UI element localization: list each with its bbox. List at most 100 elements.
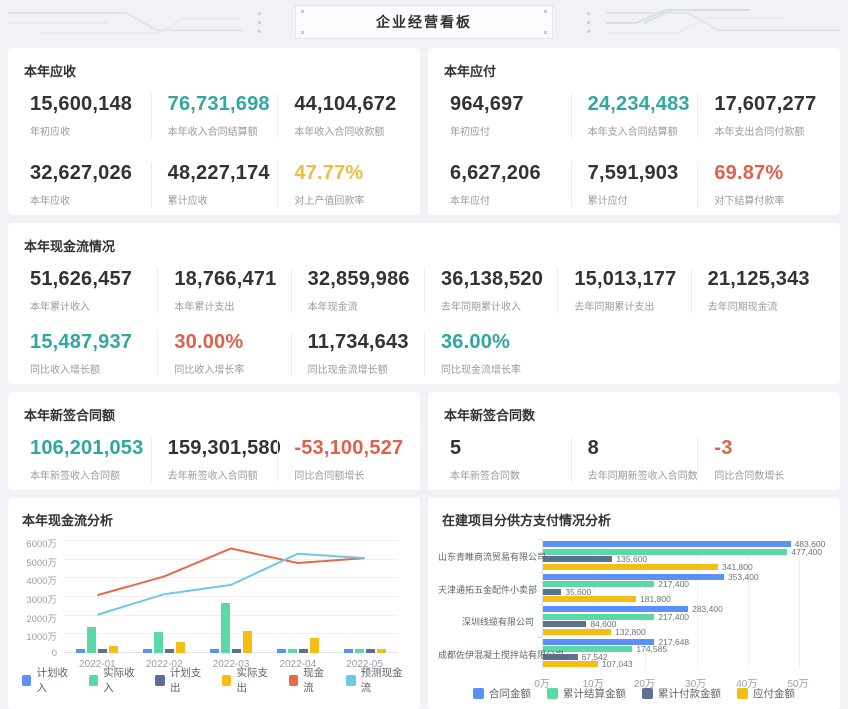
stat-receivable-4: 48,227,174 累计应收 [151, 162, 278, 207]
stat-value: 11,734,643 [308, 331, 424, 354]
legend-item-实际支出[interactable]: 实际支出 [222, 665, 273, 695]
legend-swatch [89, 675, 98, 686]
plot-area: 483,600477,400135,600341,800353,400217,4… [542, 539, 798, 669]
stat-label: 本年收入合同收款额 [294, 123, 404, 138]
card-supplier-payment-chart: 在建项目分供方支付情况分析 483,600477,400135,600341,8… [428, 498, 840, 709]
stats-grid: 51,626,457本年累计收入18,766,471本年累计支出32,859,9… [24, 268, 824, 376]
bar-value-label: 107,043 [602, 661, 633, 667]
stat-label: 对上产值回款率 [294, 192, 404, 207]
stat-value: 24,234,483 [588, 93, 698, 116]
stat-label: 累计应收 [168, 192, 278, 207]
stat-cashflow-1: 18,766,471 本年累计支出 [157, 268, 290, 313]
category-label: 山东青睢商流贸易有限公司 [438, 550, 534, 563]
legend-item-现金流[interactable]: 现金流 [289, 665, 331, 695]
legend-item-预测现金流[interactable]: 预测现金流 [346, 665, 406, 695]
bar-value-label: 35,600 [565, 589, 591, 595]
legend-label: 计划支出 [170, 665, 206, 695]
bar-value-label: 132,800 [615, 629, 646, 635]
corner-dot [544, 31, 547, 34]
stat-contract-count-0: 5本年新签合同数 [444, 437, 571, 482]
legend-label: 预测现金流 [361, 665, 406, 695]
legend-label: 计划收入 [36, 665, 72, 695]
legend-item-合同金额[interactable]: 合同金额 [473, 686, 531, 701]
stat-value: 47.77% [294, 162, 404, 185]
bar-累计付款金额 [543, 556, 612, 562]
stat-value: 7,591,903 [588, 162, 698, 185]
chart-title: 在建项目分供方支付情况分析 [442, 510, 826, 529]
stat-cashflow-2: 32,859,986本年现金流 [291, 268, 424, 313]
kpi-row-1: 本年应收 15,600,148年初应收76,731,698本年收入合同结算额44… [8, 48, 840, 215]
bar-应付金额 [543, 661, 598, 667]
bar-合同金额 [543, 574, 724, 580]
legend-swatch [346, 675, 356, 686]
legend-item-累计结算金额[interactable]: 累计结算金额 [547, 686, 626, 701]
bar-value-label: 283,400 [692, 606, 723, 612]
legend-item-计划收入[interactable]: 计划收入 [22, 665, 73, 695]
y-axis-label: 4000万 [22, 573, 57, 587]
bar-应付金额 [543, 629, 611, 635]
stat-cashflow-5: 21,125,343去年同期现金流 [691, 268, 824, 313]
legend-label: 实际收入 [103, 665, 139, 695]
legend-item-实际收入[interactable]: 实际收入 [89, 665, 140, 695]
stat-contract-count-2: -3同比合同数增长 [697, 437, 824, 482]
header-decoration-right [554, 4, 840, 40]
legend-item-累计付款金额[interactable]: 累计付款金额 [642, 686, 721, 701]
legend-swatch [473, 688, 484, 699]
stat-contract-amount-1: 159,301,580去年新签收入合同额 [151, 437, 278, 482]
stat-value: 15,487,937 [30, 331, 157, 354]
stat-value: 48,227,174 [168, 162, 278, 185]
card-receivable: 本年应收 15,600,148年初应收76,731,698本年收入合同结算额44… [8, 48, 420, 215]
card-title: 本年应收 [24, 61, 404, 80]
page-title: 企业经营看板 [376, 12, 472, 32]
stat-value: 32,627,026 [30, 162, 151, 185]
stat-contract-amount-0: 106,201,053本年新签收入合同额 [24, 437, 151, 482]
kpi-row-2: 本年现金流情况 51,626,457本年累计收入18,766,471本年累计支出… [8, 223, 840, 384]
corner-dot [301, 31, 304, 34]
stat-label: 本年支出合同付款额 [714, 123, 824, 138]
stat-label: 累计应付 [588, 192, 698, 207]
stat-cashflow-8: 11,734,643同比现金流增长额 [291, 331, 424, 376]
stat-receivable-5: 47.77% 对上产值回款率 [277, 162, 404, 207]
card-title: 本年新签合同数 [444, 405, 824, 424]
gridline [799, 539, 800, 669]
legend-label: 实际支出 [236, 665, 272, 695]
stat-label: 同比现金流增长率 [441, 361, 557, 376]
bar-value-label: 353,400 [728, 574, 759, 580]
stat-value: 15,013,177 [574, 268, 690, 291]
stat-value: 36,138,520 [441, 268, 557, 291]
legend-swatch [222, 675, 231, 686]
legend-item-应付金额[interactable]: 应付金额 [737, 686, 795, 701]
legend-item-计划支出[interactable]: 计划支出 [155, 665, 206, 695]
stat-cashflow-6: 15,487,937 同比收入增长额 [24, 331, 157, 376]
line-series-overlay [64, 541, 398, 653]
stat-value: 18,766,471 [174, 268, 290, 291]
y-axis-label: 0 [22, 648, 57, 659]
legend-swatch [155, 675, 164, 686]
stat-payable-4: 7,591,903 累计应付 [571, 162, 698, 207]
gridline [748, 539, 749, 669]
bar-累计付款金额 [543, 621, 586, 627]
stat-receivable-2: 44,104,672本年收入合同收款额 [277, 93, 404, 138]
axis-tick [538, 637, 542, 638]
plot-area [64, 541, 398, 653]
corner-dot [301, 10, 304, 13]
stats-grid: 5本年新签合同数8去年同期新签收入合同数-3同比合同数增长 [444, 437, 824, 482]
stat-label: 本年支入合同结算额 [588, 123, 698, 138]
stat-label: 同比合同数增长 [714, 467, 824, 482]
stat-value: 21,125,343 [708, 268, 824, 291]
bar-value-label: 181,800 [640, 596, 671, 602]
stat-label: 对下结算付款率 [714, 192, 824, 207]
chart-legend: 合同金额 累计结算金额 累计付款金额 应付金额 [442, 686, 826, 701]
y-axis-label: 2000万 [22, 611, 57, 625]
stat-cashflow-7: 30.00%同比收入增长率 [157, 331, 290, 376]
axis-tick [538, 572, 542, 573]
category-label: 天津通拓五金配件小卖部 [438, 583, 534, 596]
stat-label: 本年累计支出 [174, 298, 290, 313]
bar-累计结算金额 [543, 549, 787, 555]
category-label: 深圳线缆有限公司 [438, 615, 534, 628]
y-axis-label: 1000万 [22, 629, 57, 643]
stat-contract-count-1: 8去年同期新签收入合同数 [571, 437, 698, 482]
stat-label: 同比收入增长额 [30, 361, 157, 376]
chart-legend: 计划收入 实际收入 计划支出实际支出现金流预测现金流 [22, 665, 406, 695]
axis-tick [538, 539, 542, 540]
